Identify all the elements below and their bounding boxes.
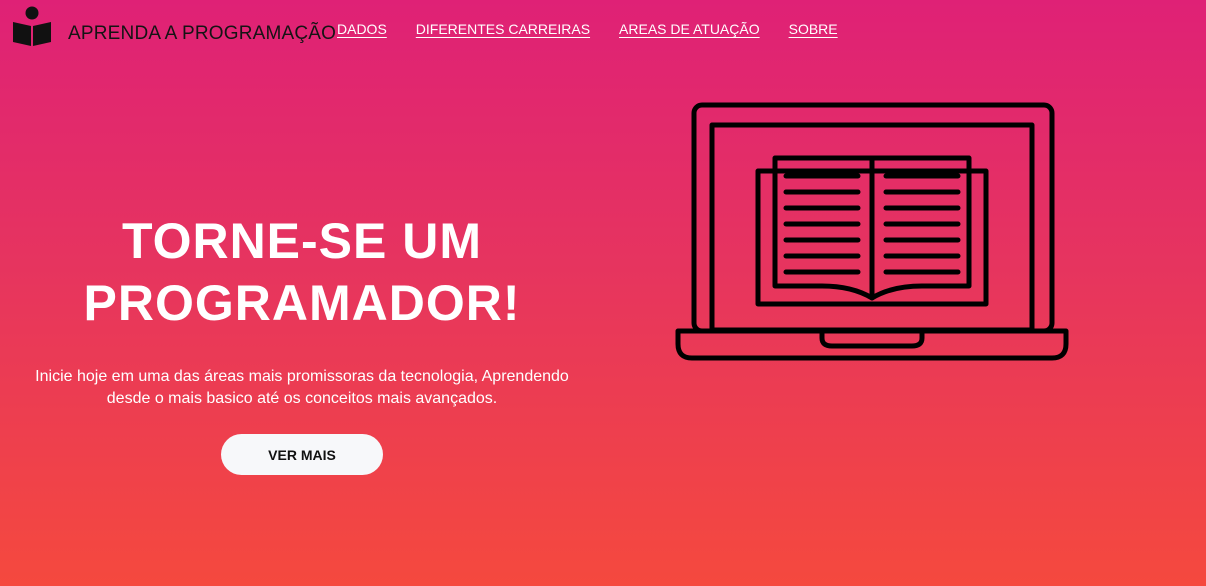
nav-link-dados[interactable]: DADOS [337,21,387,37]
nav-link-areas-de-atuacao[interactable]: AREAS DE ATUAÇÃO [619,21,760,37]
site-header: APRENDA A PROGRAMAÇÃO DADOS DIFERENTES C… [0,0,1206,60]
hero-subtitle-line-1: Inicie hoje em uma das áreas mais promis… [35,368,569,385]
reading-person-icon[interactable] [11,6,53,48]
hero-subtitle-line-2: desde o mais basico até os conceitos mai… [106,390,498,407]
hero-title: TORNE-SE UM PROGRAMADOR! [60,210,544,334]
site-brand[interactable]: APRENDA A PROGRAMAÇÃO [68,23,336,45]
laptop-book-icon [675,102,1069,361]
main-nav: DADOS DIFERENTES CARREIRAS AREAS DE ATUA… [337,21,838,37]
hero-title-line-1: TORNE-SE UM [121,213,483,269]
nav-link-sobre[interactable]: SOBRE [789,21,838,37]
hero-title-line-2: PROGRAMADOR! [83,275,521,331]
ver-mais-button[interactable]: VER MAIS [221,434,383,475]
nav-link-diferentes-carreiras[interactable]: DIFERENTES CARREIRAS [416,21,590,37]
hero-subtitle: Inicie hoje em uma das áreas mais promis… [18,366,586,410]
